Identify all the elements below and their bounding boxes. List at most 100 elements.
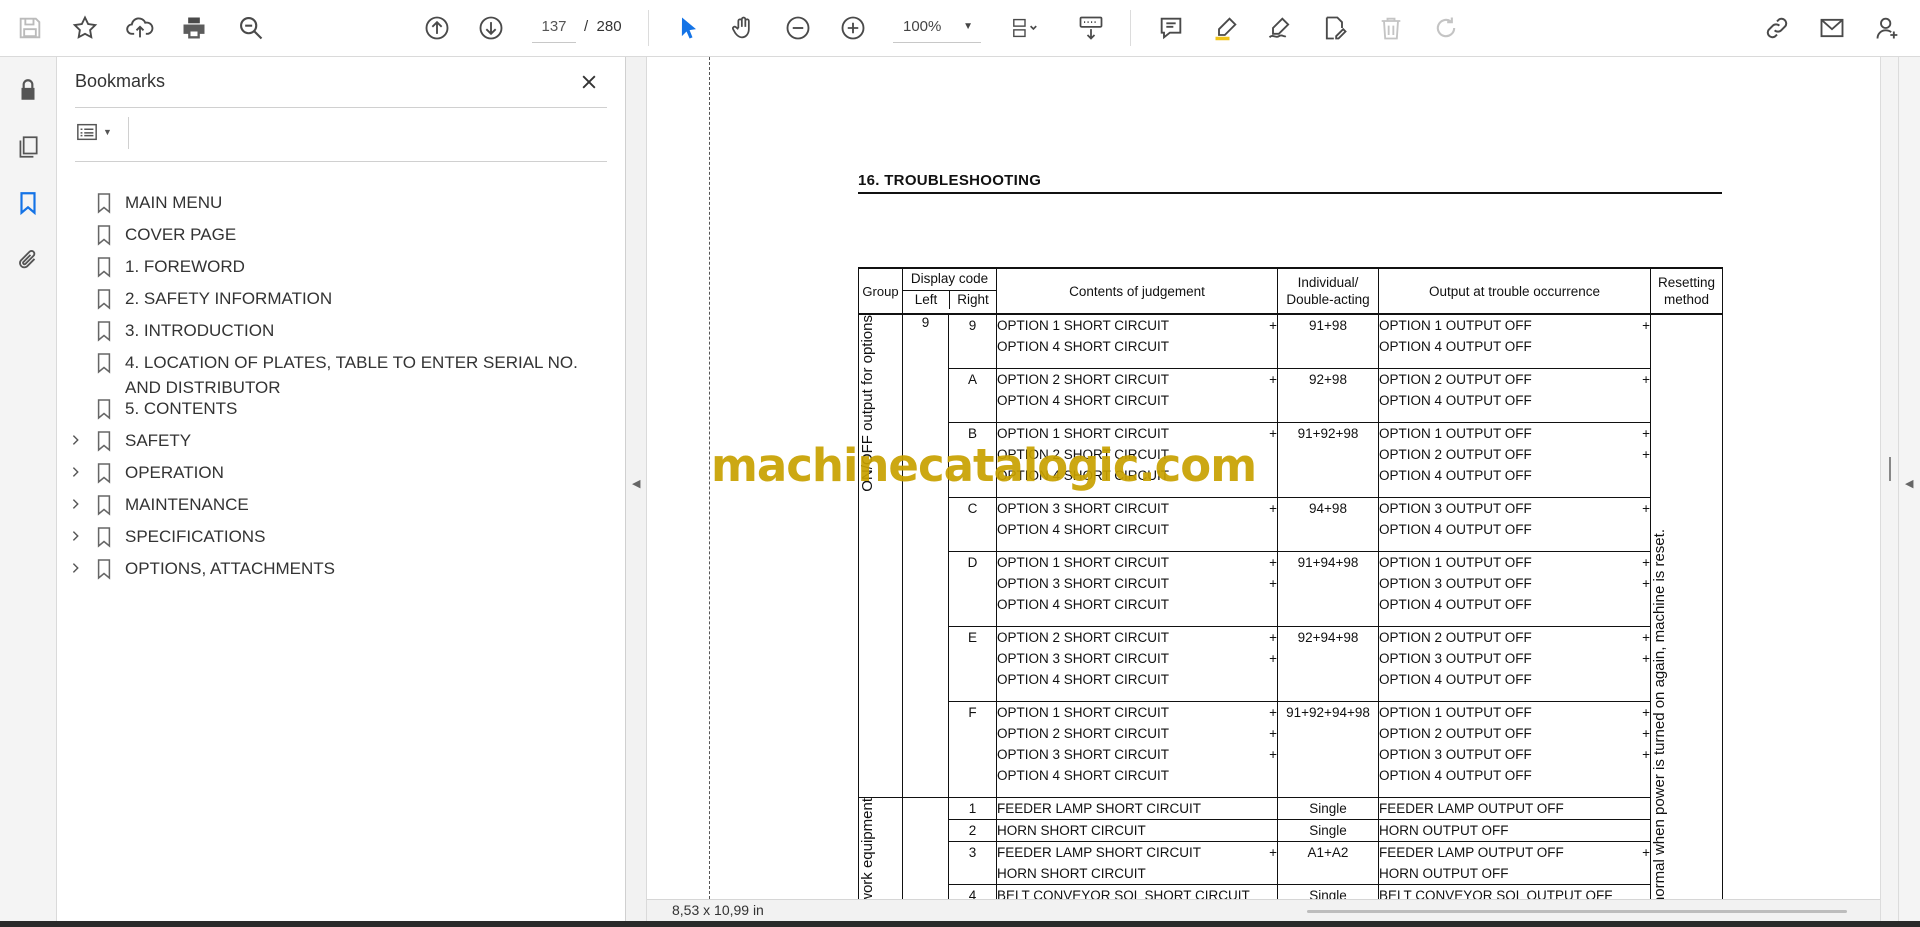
- individual-cell: Single: [1277, 818, 1379, 842]
- bookmark-options-button[interactable]: ▼: [75, 117, 123, 147]
- individual-value: 92+98: [1309, 371, 1347, 387]
- right-panel-toggle[interactable]: ◀: [1898, 57, 1920, 921]
- bookmarks-icon[interactable]: [10, 185, 46, 221]
- cell-text: BELT CONVEYOR SOL OUTPUT OFF: [1379, 887, 1613, 900]
- cell-line: OPTION 3 OUTPUT OFF +: [1379, 573, 1650, 594]
- find-zoom-icon[interactable]: [233, 10, 269, 46]
- email-icon[interactable]: [1814, 10, 1850, 46]
- cell-text: OPTION 1 OUTPUT OFF: [1379, 425, 1532, 441]
- header-contents: Contents of judgement: [996, 267, 1278, 315]
- cell-text: OPTION 2 OUTPUT OFF: [1379, 446, 1532, 462]
- plus-mark: +: [1642, 844, 1650, 860]
- panel-divider: [75, 161, 607, 162]
- right-code-cell: 1: [948, 796, 997, 820]
- expand-right-icon[interactable]: ◀: [1905, 477, 1913, 490]
- bookmark-label: OPTIONS, ATTACHMENTS: [125, 559, 335, 578]
- cell-text: HORN OUTPUT OFF: [1379, 865, 1509, 881]
- cell-line: OPTION 3 OUTPUT OFF +: [1379, 648, 1650, 669]
- previous-page-icon[interactable]: [419, 10, 455, 46]
- cell-text: FEEDER LAMP OUTPUT OFF: [1379, 800, 1564, 816]
- account-icon[interactable]: [1870, 10, 1906, 46]
- print-icon[interactable]: [176, 10, 212, 46]
- troubleshooting-table-wrap: Group Display code Left Right Contents o…: [858, 267, 1723, 899]
- next-page-icon[interactable]: [473, 10, 509, 46]
- share-link-icon[interactable]: [1759, 10, 1795, 46]
- table-row: D OPTION 1 SHORT CIRCUIT + OPTION 3 SHORT C…: [859, 550, 1723, 627]
- cell-text: FEEDER LAMP OUTPUT OFF: [1379, 844, 1564, 860]
- delete-trash-icon[interactable]: [1373, 10, 1409, 46]
- chevron-right-icon[interactable]: [69, 464, 85, 480]
- plus-mark: +: [1269, 746, 1277, 762]
- cell-line: BELT CONVEYOR SOL SHORT CIRCUIT: [997, 885, 1277, 900]
- draw-sign-icon[interactable]: [1262, 10, 1298, 46]
- select-cursor-icon[interactable]: [671, 10, 707, 46]
- cell-text: OPTION 3 OUTPUT OFF: [1379, 746, 1532, 762]
- edit-pdf-icon[interactable]: [1317, 10, 1353, 46]
- horizontal-scrollbar[interactable]: [1307, 910, 1847, 913]
- bookmark-label: SPECIFICATIONS: [125, 527, 266, 546]
- cell-line: FEEDER LAMP OUTPUT OFF +: [1379, 842, 1650, 863]
- bookmark-label: OPERATION: [125, 463, 224, 482]
- plus-mark: +: [1642, 500, 1650, 516]
- page-fit-icon[interactable]: [1001, 10, 1049, 46]
- contents-cell: OPTION 1 SHORT CIRCUIT + OPTION 2 SHORT CI…: [996, 700, 1278, 798]
- redo-icon[interactable]: [1428, 10, 1464, 46]
- plus-mark: +: [1269, 629, 1277, 645]
- highlight-pen-icon[interactable]: [1208, 10, 1244, 46]
- cell-text: OPTION 4 OUTPUT OFF: [1379, 392, 1532, 408]
- cell-line: OPTION 2 SHORT CIRCUIT +: [997, 369, 1277, 390]
- zoom-out-icon[interactable]: [780, 10, 816, 46]
- comment-icon[interactable]: [1153, 10, 1189, 46]
- header-display-code: Display code Left Right: [902, 267, 997, 315]
- share-upload-icon[interactable]: [122, 10, 158, 46]
- output-cell: BELT CONVEYOR SOL OUTPUT OFF: [1378, 883, 1651, 900]
- cell-text: OPTION 4 SHORT CIRCUIT: [997, 767, 1170, 783]
- lock-icon[interactable]: [10, 72, 46, 108]
- watermark-text: machinecatalogic.com: [711, 439, 1257, 492]
- contents-cell: OPTION 3 SHORT CIRCUIT + OPTION 4 SHORT CI…: [996, 496, 1278, 552]
- scrollbar-thumb[interactable]: [1889, 457, 1891, 481]
- cell-line: OPTION 2 SHORT CIRCUIT +: [997, 723, 1277, 744]
- page-thumbnails-icon[interactable]: [10, 129, 46, 165]
- attachments-icon[interactable]: [10, 242, 46, 278]
- cell-text: OPTION 3 OUTPUT OFF: [1379, 650, 1532, 666]
- zoom-dropdown[interactable]: 100% ▼: [893, 12, 981, 43]
- panel-splitter[interactable]: ◀: [626, 57, 647, 921]
- save-icon[interactable]: [12, 10, 48, 46]
- cell-line: OPTION 4 SHORT CIRCUIT: [997, 390, 1277, 411]
- hand-pan-icon[interactable]: [725, 10, 761, 46]
- bookmark-star-icon[interactable]: [67, 10, 103, 46]
- collapse-left-icon[interactable]: ◀: [632, 477, 640, 490]
- cell-line: OPTION 2 SHORT CIRCUIT +: [997, 627, 1277, 648]
- panel-title: Bookmarks: [75, 71, 166, 91]
- cell-line: OPTION 3 OUTPUT OFF +: [1379, 498, 1650, 519]
- cell-line: FEEDER LAMP SHORT CIRCUIT: [997, 798, 1277, 819]
- chevron-right-icon[interactable]: [69, 432, 85, 448]
- chevron-right-icon[interactable]: [69, 528, 85, 544]
- plus-mark: +: [1269, 371, 1277, 387]
- output-cell: OPTION 1 OUTPUT OFF + OPTION 2 OUTPUT OFF +…: [1378, 421, 1651, 498]
- zoom-value: 100%: [903, 18, 942, 35]
- document-viewport[interactable]: 16. TROUBLESHOOTING Group Display code L…: [647, 57, 1880, 899]
- individual-value: 91+92+94+98: [1286, 704, 1370, 720]
- chevron-right-icon[interactable]: [69, 496, 85, 512]
- cell-line: OPTION 4 OUTPUT OFF: [1379, 669, 1650, 690]
- close-icon[interactable]: [574, 67, 604, 97]
- cell-line: HORN OUTPUT OFF: [1379, 820, 1650, 841]
- cell-line: OPTION 4 SHORT CIRCUIT: [997, 519, 1277, 540]
- table-row: C OPTION 3 SHORT CIRCUIT + OPTION 4 SHORT C…: [859, 496, 1723, 552]
- keyboard-scroll-icon[interactable]: [1073, 10, 1109, 46]
- plus-mark: +: [1642, 318, 1650, 333]
- bookmark-label: SAFETY: [125, 431, 192, 450]
- bookmark-icon: [95, 526, 115, 550]
- cell-line: HORN OUTPUT OFF: [1379, 863, 1650, 884]
- vertical-scrollbar[interactable]: [1880, 57, 1899, 921]
- page-number-input[interactable]: 137: [532, 12, 576, 43]
- individual-value: 91+94+98: [1297, 554, 1359, 570]
- cell-text: OPTION 2 SHORT CIRCUIT: [997, 371, 1170, 387]
- cell-line: OPTION 4 SHORT CIRCUIT: [997, 594, 1277, 615]
- zoom-in-icon[interactable]: [835, 10, 871, 46]
- output-cell: OPTION 1 OUTPUT OFF + OPTION 2 OUTPUT OFF +…: [1378, 700, 1651, 798]
- chevron-right-icon[interactable]: [69, 560, 85, 576]
- header-display-code-sub: Left Right: [903, 290, 996, 309]
